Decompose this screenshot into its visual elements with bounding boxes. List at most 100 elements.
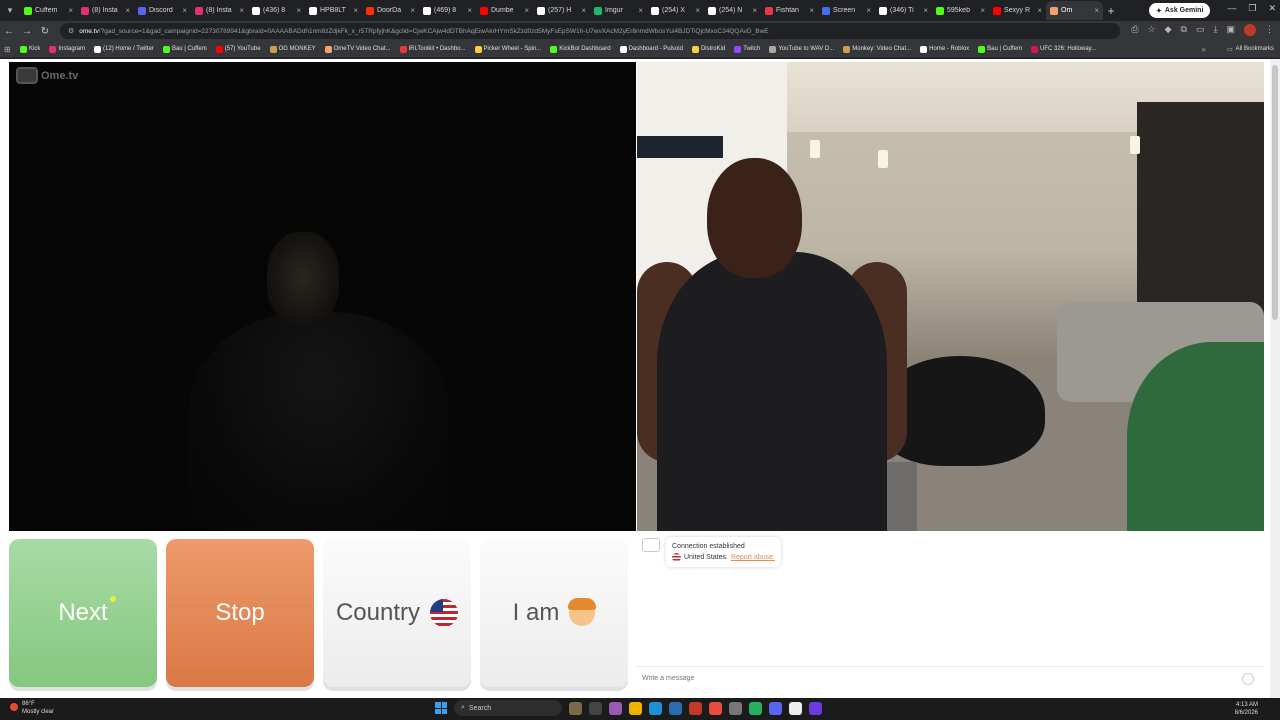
settings-icon[interactable] bbox=[729, 701, 742, 715]
tab-close-icon[interactable]: × bbox=[866, 6, 871, 15]
bookmark-star-icon[interactable]: ☆ bbox=[1148, 24, 1156, 36]
ask-gemini-button[interactable]: ✦ Ask Gemini bbox=[1149, 3, 1211, 18]
tab-close-icon[interactable]: × bbox=[467, 6, 472, 15]
app-icon[interactable] bbox=[749, 701, 762, 715]
close-icon[interactable]: ✕ bbox=[1268, 3, 1276, 14]
forward-icon[interactable]: → bbox=[18, 26, 36, 37]
browser-tab[interactable]: Screen × bbox=[818, 1, 875, 20]
country-button[interactable]: Country bbox=[323, 539, 471, 687]
puzzle-icon[interactable]: ⧉ bbox=[1181, 24, 1187, 36]
bookmark-item[interactable]: Twitch bbox=[734, 45, 760, 53]
bookmark-item[interactable]: Bau | Cuffem bbox=[162, 45, 207, 53]
browser-tab[interactable]: Dumbe × bbox=[476, 1, 533, 20]
chrome-icon[interactable] bbox=[709, 701, 722, 715]
bookmark-item[interactable]: (57) YouTube bbox=[215, 45, 261, 53]
tab-close-icon[interactable]: × bbox=[125, 6, 130, 15]
menu-icon[interactable]: ⋮ bbox=[1265, 24, 1274, 36]
tab-close-icon[interactable]: × bbox=[752, 6, 757, 15]
taskbar-search[interactable]: ⌕ Search bbox=[454, 700, 562, 716]
tab-close-icon[interactable]: × bbox=[980, 6, 985, 15]
tab-close-icon[interactable]: × bbox=[239, 6, 244, 15]
install-icon[interactable]: ⎙ bbox=[1131, 24, 1138, 36]
tab-close-icon[interactable]: × bbox=[182, 6, 187, 15]
bookmark-item[interactable]: Monkey: Video Chat... bbox=[843, 45, 911, 53]
bookmark-item[interactable]: DistroKid bbox=[691, 45, 725, 53]
apps-grid-icon[interactable]: ⊞ bbox=[4, 45, 20, 54]
tab-close-icon[interactable]: × bbox=[524, 6, 529, 15]
new-tab-button[interactable]: + bbox=[1103, 4, 1119, 18]
bookmark-item[interactable]: Dashboard - Pulsoid bbox=[619, 45, 683, 53]
emoji-icon[interactable] bbox=[1242, 673, 1254, 685]
browser-tab[interactable]: Om × bbox=[1046, 1, 1103, 20]
browser-tab[interactable]: Fishtan × bbox=[761, 1, 818, 20]
tab-close-icon[interactable]: × bbox=[296, 6, 301, 15]
bookmark-item[interactable]: UFC 326: Holloway... bbox=[1030, 45, 1096, 53]
browser-tab[interactable]: (8) Insta × bbox=[191, 1, 248, 20]
minimize-icon[interactable]: — bbox=[1227, 3, 1236, 14]
media-player-icon[interactable] bbox=[789, 701, 802, 715]
bookmark-item[interactable]: Bau | Cuffem bbox=[978, 45, 1022, 53]
store-icon[interactable] bbox=[669, 701, 682, 715]
task-view-icon[interactable] bbox=[589, 701, 602, 715]
app-icon[interactable] bbox=[689, 701, 702, 715]
tab-close-icon[interactable]: × bbox=[68, 6, 73, 15]
cast-icon[interactable]: ▣ bbox=[1226, 24, 1235, 36]
windows-start-icon[interactable] bbox=[435, 702, 447, 714]
browser-tab[interactable]: Cuffem × bbox=[20, 1, 77, 20]
download-icon[interactable]: ⤓ bbox=[1214, 24, 1218, 36]
next-button[interactable]: Next bbox=[9, 539, 157, 687]
bookmark-item[interactable]: IRLToolkit • Dashbo... bbox=[399, 45, 466, 53]
browser-tab[interactable]: 595keb × bbox=[932, 1, 989, 20]
bookmark-item[interactable]: OmeTV Video Chat... bbox=[324, 45, 391, 53]
profile-avatar[interactable] bbox=[1244, 24, 1256, 36]
tab-search-icon[interactable]: ▾ bbox=[0, 0, 20, 21]
weather-widget[interactable]: 86°F Mostly clear bbox=[10, 700, 54, 716]
bookmark-item[interactable]: (12) Home / Twitter bbox=[94, 45, 154, 53]
tab-close-icon[interactable]: × bbox=[638, 6, 643, 15]
stop-button[interactable]: Stop bbox=[166, 539, 314, 687]
extension-icon[interactable]: ◆ bbox=[1165, 24, 1172, 36]
browser-tab[interactable]: (8) Insta × bbox=[77, 1, 134, 20]
browser-tab[interactable]: HPB8LT × bbox=[305, 1, 362, 20]
browser-tab[interactable]: Discord × bbox=[134, 1, 191, 20]
reload-icon[interactable]: ↻ bbox=[36, 26, 54, 37]
browser-tab[interactable]: (346) Ti × bbox=[875, 1, 932, 20]
browser-tab[interactable]: DoorDa × bbox=[362, 1, 419, 20]
browser-tab[interactable]: (257) H × bbox=[533, 1, 590, 20]
bookmark-item[interactable]: Instagram bbox=[49, 45, 85, 53]
gender-button[interactable]: I am bbox=[480, 539, 628, 687]
tab-close-icon[interactable]: × bbox=[410, 6, 415, 15]
scrollbar-thumb[interactable] bbox=[1272, 65, 1278, 320]
browser-tab[interactable]: (469) 8 × bbox=[419, 1, 476, 20]
tab-close-icon[interactable]: × bbox=[1037, 6, 1042, 15]
bookmark-item[interactable]: YouTube to WAV D... bbox=[769, 45, 834, 53]
message-input[interactable] bbox=[642, 675, 1222, 682]
bookmark-item[interactable]: Home - Roblox bbox=[920, 45, 969, 53]
widget-app-icon[interactable] bbox=[569, 701, 582, 715]
file-explorer-icon[interactable] bbox=[629, 701, 642, 715]
tab-close-icon[interactable]: × bbox=[1094, 6, 1099, 15]
browser-tab[interactable]: (436) 8 × bbox=[248, 1, 305, 20]
bookmark-item[interactable]: OG MONKEY bbox=[269, 45, 316, 53]
tab-close-icon[interactable]: × bbox=[809, 6, 814, 15]
browser-tab[interactable]: Sexyy R × bbox=[989, 1, 1046, 20]
split-view-icon[interactable]: ▭ bbox=[1196, 24, 1205, 36]
browser-tab[interactable]: (254) X × bbox=[647, 1, 704, 20]
tab-close-icon[interactable]: × bbox=[695, 6, 700, 15]
app-icon[interactable] bbox=[809, 701, 822, 715]
browser-tab[interactable]: (254) N × bbox=[704, 1, 761, 20]
copilot-icon[interactable] bbox=[609, 701, 622, 715]
bookmark-item[interactable]: KickBot Dashboard bbox=[550, 45, 611, 53]
system-clock[interactable]: 4:13 AM 8/6/2026 bbox=[1235, 701, 1258, 717]
bookmark-item[interactable]: Kick bbox=[20, 45, 40, 53]
browser-tab[interactable]: Imgur × bbox=[590, 1, 647, 20]
site-info-icon[interactable]: ⚙ bbox=[68, 27, 74, 35]
tab-close-icon[interactable]: × bbox=[581, 6, 586, 15]
bookmark-item[interactable]: Picker Wheel - Spin... bbox=[474, 45, 541, 53]
edge-icon[interactable] bbox=[649, 701, 662, 715]
back-icon[interactable]: ← bbox=[0, 26, 18, 37]
maximize-icon[interactable]: ❐ bbox=[1248, 3, 1256, 14]
tab-close-icon[interactable]: × bbox=[353, 6, 358, 15]
bookmarks-overflow-icon[interactable]: » bbox=[1202, 45, 1206, 54]
discord-icon[interactable] bbox=[769, 701, 782, 715]
